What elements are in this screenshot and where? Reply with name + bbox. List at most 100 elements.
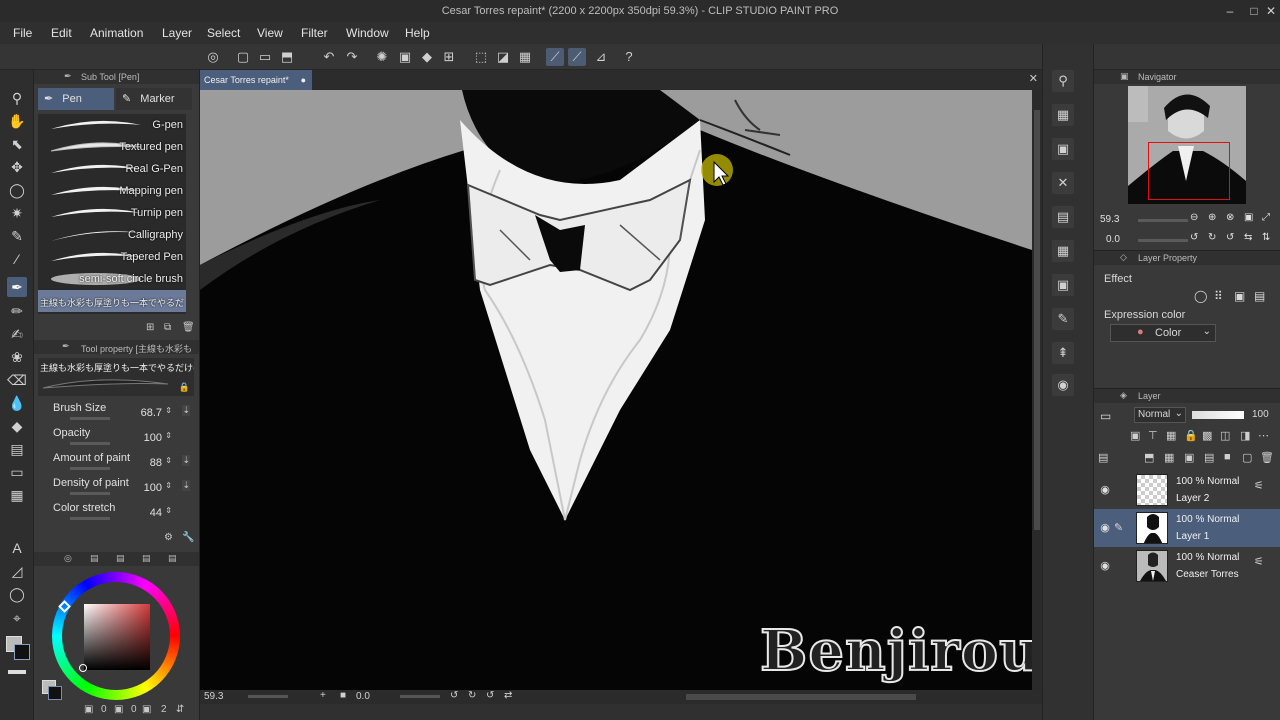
stepper-icon[interactable]: ⇕ — [165, 506, 172, 515]
menu-window[interactable]: Window — [346, 26, 389, 40]
tab-pen[interactable]: ✒ Pen — [38, 88, 114, 110]
layer-color-effect-icon[interactable]: ▣ — [1234, 289, 1245, 303]
actual-size-icon[interactable]: ⊗ — [1226, 212, 1234, 223]
color-set-tab-icon[interactable]: ▤ — [90, 553, 99, 564]
scroll-thumb[interactable] — [1034, 110, 1040, 530]
navigator-zoom-slider[interactable] — [1138, 219, 1188, 222]
reset-rotate-icon[interactable]: ↺ — [486, 690, 494, 701]
layer-name[interactable]: Layer 2 — [1176, 493, 1209, 504]
prop-slider[interactable] — [70, 467, 110, 470]
prop-brush-size[interactable]: Brush Size 68.7 ⇕ ⇣ — [50, 402, 192, 426]
settings-icon[interactable]: ⚙ — [164, 532, 173, 543]
eraser-tool-icon[interactable]: ⌫ — [7, 370, 27, 390]
zoom-value[interactable]: 59.3 — [204, 691, 223, 702]
fill-icon[interactable]: ◆ — [418, 48, 436, 66]
add-subtool-icon[interactable]: ⊞ — [146, 322, 154, 333]
eye-icon[interactable]: ◉ — [1098, 483, 1112, 497]
new-folder-icon[interactable]: ▣ — [1184, 451, 1194, 464]
clear-icon[interactable]: ▣ — [396, 48, 414, 66]
frame-tool-icon[interactable]: ▦ — [7, 485, 27, 505]
menu-select[interactable]: Select — [207, 26, 240, 40]
color-wheel-tab-icon[interactable]: ◎ — [64, 553, 72, 564]
capture-icon[interactable]: ◉ — [1052, 374, 1074, 396]
move-layer-tool-icon[interactable]: ✥ — [7, 157, 27, 177]
layer-name[interactable]: Ceaser Torres — [1176, 569, 1239, 580]
blend-mode-dropdown[interactable]: Normal ⌄ — [1134, 407, 1186, 423]
loading-icon[interactable]: ✺ — [373, 48, 391, 66]
fill-tool-icon[interactable]: ◆ — [7, 416, 27, 436]
menu-view[interactable]: View — [257, 26, 283, 40]
fit-navigator-icon[interactable]: ⤢ — [1262, 212, 1270, 223]
layer-opacity-slider[interactable] — [1192, 411, 1244, 419]
stepper-icon[interactable]: ⇕ — [165, 456, 172, 465]
history-icon[interactable]: ✎ — [1052, 308, 1074, 330]
prop-value[interactable]: 88 — [150, 457, 162, 469]
correct-line2-tool-icon[interactable]: ⌖ — [7, 608, 27, 628]
sub-color-chip[interactable] — [48, 686, 62, 700]
document-tab[interactable]: Cesar Torres repaint* ● — [200, 70, 312, 90]
brush-item[interactable]: Calligraphy — [38, 224, 186, 246]
navigator-viewport[interactable] — [1148, 142, 1230, 200]
merge-icon[interactable]: ▤ — [1204, 451, 1214, 464]
prop-value[interactable]: 100 — [144, 432, 162, 444]
material-icon[interactable]: ▦ — [1052, 104, 1074, 126]
correct-line-tool-icon[interactable]: ◯ — [7, 584, 27, 604]
layer-name[interactable]: Layer 1 — [1176, 531, 1209, 542]
rotate-left-icon[interactable]: ↺ — [450, 690, 458, 701]
layer-row[interactable]: ◉ 100 % Normal Ceaser Torres ⚟ — [1094, 547, 1280, 585]
prop-value[interactable]: 68.7 — [141, 407, 162, 419]
navigator-rotate-value[interactable]: 0.0 — [1106, 234, 1120, 245]
save-icon[interactable]: ⬒ — [278, 48, 296, 66]
brush-item[interactable]: G-pen — [38, 114, 186, 136]
stepper-icon[interactable]: ⇕ — [165, 431, 172, 440]
pen-edit-icon[interactable]: ✎ — [1114, 521, 1123, 534]
zoom-in-icon[interactable]: ⊕ — [1208, 212, 1216, 223]
snap-grid-icon[interactable]: ⊿ — [592, 48, 610, 66]
mask-icon[interactable]: ◫ — [1220, 429, 1230, 442]
open-file-icon[interactable]: ▭ — [256, 48, 274, 66]
brush-item[interactable]: semi-soft circle brush — [38, 268, 186, 290]
brush-tool-icon[interactable]: ✍ — [7, 324, 27, 344]
close-icon[interactable]: ✕ — [1263, 3, 1279, 19]
canvas-vertical-scrollbar[interactable] — [1032, 90, 1042, 690]
sub-color-swatch[interactable] — [14, 644, 30, 660]
color-wheel[interactable] — [52, 572, 180, 700]
layer-list-icon[interactable]: ▤ — [1098, 451, 1108, 464]
pressure-icon[interactable]: ⇣ — [182, 455, 190, 466]
selection-icon[interactable]: ▦ — [516, 48, 534, 66]
flip-icon[interactable]: ⇄ — [504, 690, 512, 701]
reset-rotation-icon[interactable]: ↺ — [1226, 232, 1234, 243]
brush-item[interactable]: Tapered Pen — [38, 246, 186, 268]
lock-icon[interactable]: 🔒 — [1184, 429, 1198, 442]
eyedropper-tool-icon[interactable]: ✎ — [7, 226, 27, 246]
stepper-icon[interactable]: ⇕ — [165, 406, 172, 415]
clip-icon[interactable]: ▣ — [1130, 429, 1140, 442]
prop-slider[interactable] — [70, 417, 110, 420]
close-tab-icon[interactable]: ● — [301, 70, 306, 90]
clip-studio-icon[interactable]: ◎ — [204, 48, 222, 66]
rotate-right-icon[interactable]: ↻ — [1208, 232, 1216, 243]
lock-alpha-icon[interactable]: ▩ — [1202, 429, 1212, 442]
tone-effect-icon[interactable]: ⠿ — [1214, 289, 1223, 303]
brush-item[interactable]: Turnip pen — [38, 202, 186, 224]
snap-special-ruler-icon[interactable]: ⟋ — [568, 48, 586, 66]
more-effects-icon[interactable]: ▤ — [1254, 289, 1265, 303]
minimize-icon[interactable]: – — [1222, 3, 1238, 19]
brush-item[interactable]: Mapping pen — [38, 180, 186, 202]
mask-add-icon[interactable]: ▢ — [1242, 451, 1252, 464]
brush-item[interactable]: Textured pen — [38, 136, 186, 158]
pressure-icon[interactable]: ⇣ — [182, 480, 190, 491]
zoom-out-icon[interactable]: ⊖ — [1190, 212, 1198, 223]
rotate-value[interactable]: 0.0 — [356, 691, 370, 702]
saturation-marker[interactable] — [79, 664, 87, 672]
fit-window-icon[interactable]: ▣ — [1244, 212, 1253, 223]
delete-subtool-icon[interactable]: 🗑 — [182, 322, 195, 333]
eye-icon[interactable]: ◉ — [1098, 559, 1112, 573]
menu-edit[interactable]: Edit — [51, 26, 72, 40]
prop-opacity[interactable]: Opacity 100 ⇕ — [50, 427, 192, 451]
auto-action-icon[interactable]: ⇞ — [1052, 342, 1074, 364]
menu-layer[interactable]: Layer — [162, 26, 192, 40]
zoom-fit-icon[interactable]: ■ — [340, 690, 346, 701]
pencil-tool-icon[interactable]: ✏ — [7, 301, 27, 321]
eye-icon[interactable]: ◉ — [1098, 521, 1112, 535]
